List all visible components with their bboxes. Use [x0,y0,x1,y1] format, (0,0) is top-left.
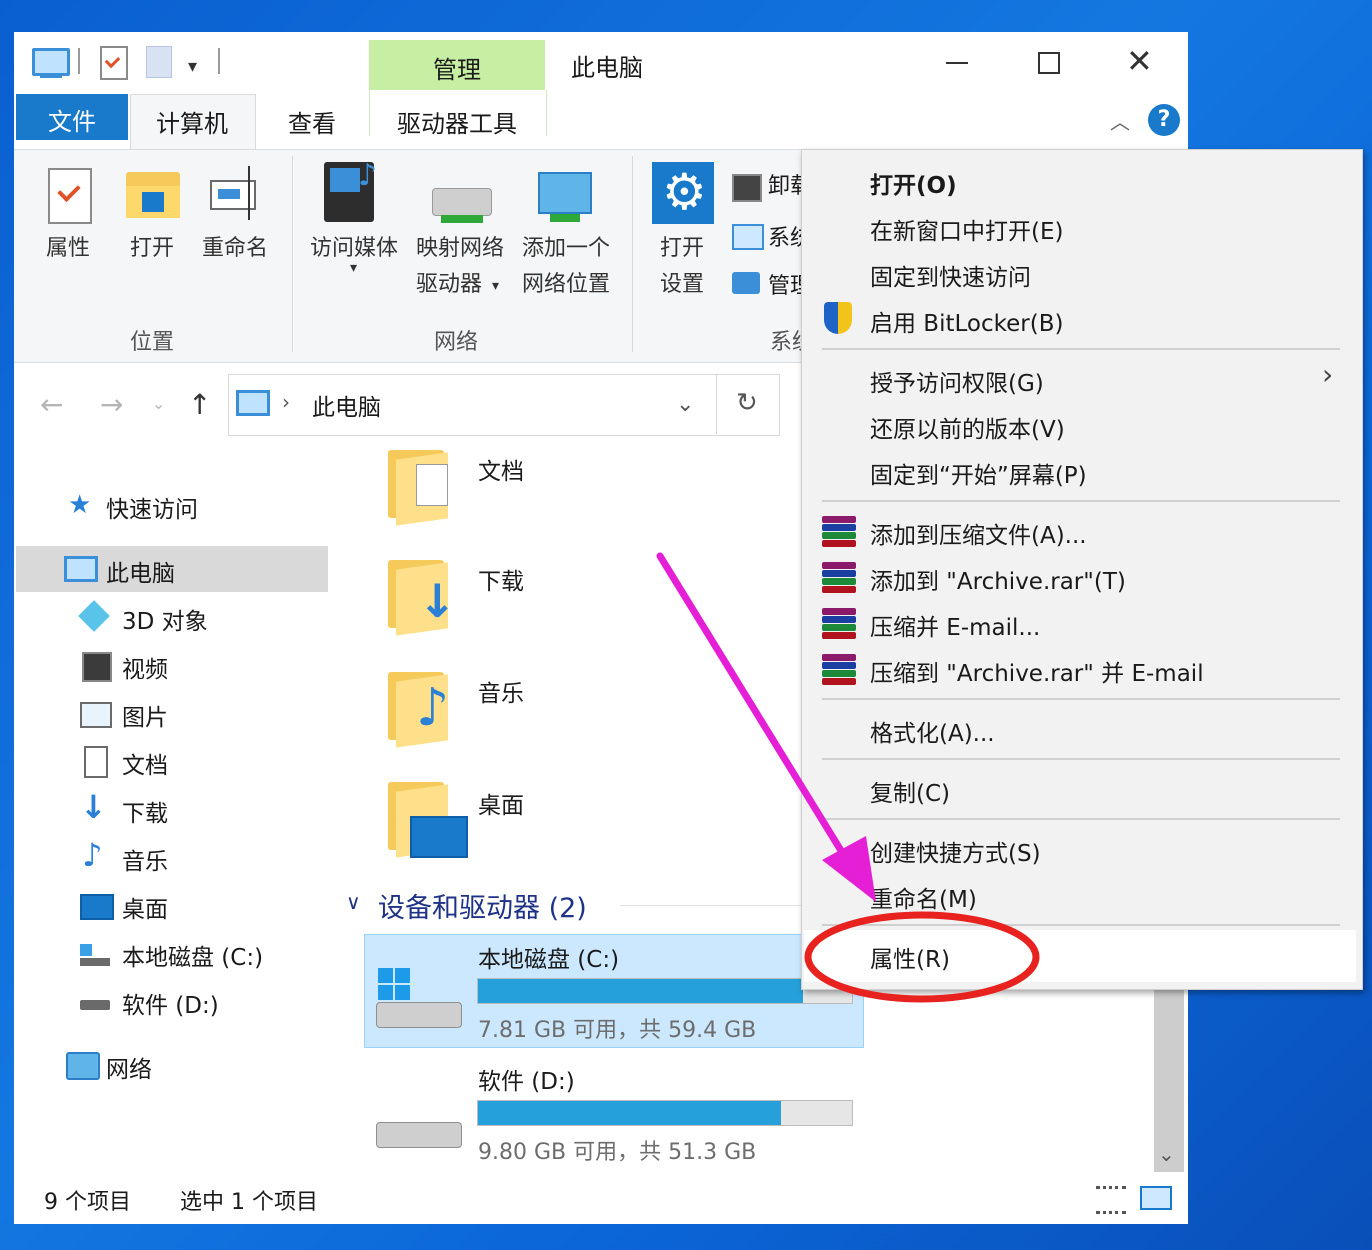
annotation-circle [804,911,1040,1003]
annotation-arrow-head [822,836,876,902]
annotation-arrow-shaft [656,552,852,866]
annotation-overlay [656,552,1040,1003]
